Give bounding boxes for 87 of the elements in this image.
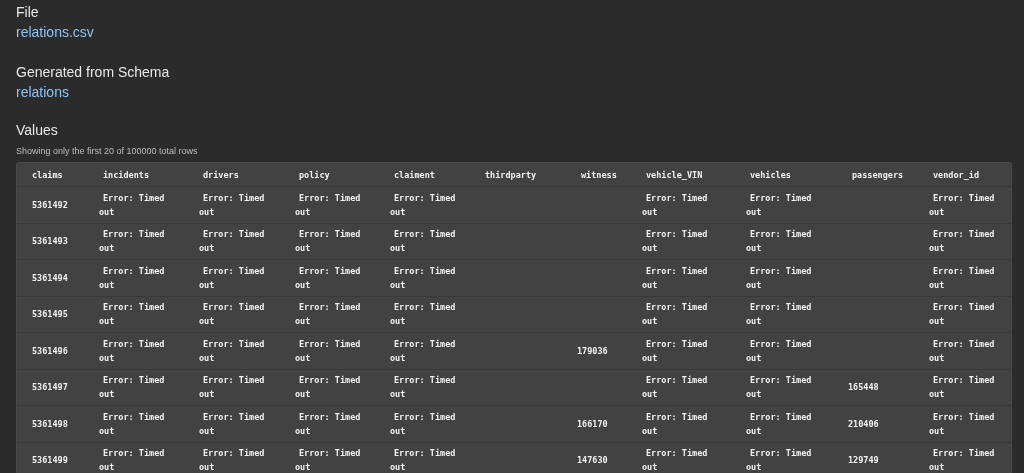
table-cell-text: Error: Timed out: [390, 191, 457, 219]
column-header: vehicles: [750, 169, 791, 180]
table-cell-text: Error: Timed out: [390, 447, 457, 473]
table-cell-text: Error: Timed out: [295, 447, 362, 473]
column-header: claiment: [394, 169, 435, 180]
table-cell-text: Error: Timed out: [642, 374, 709, 402]
table-cell-text: 179036: [577, 344, 608, 358]
table-cell-text: Error: Timed out: [199, 301, 266, 329]
table-cell-text: 5361498: [32, 417, 68, 431]
table-cell-text: Error: Timed out: [295, 337, 362, 365]
table-cell-text: 129749: [848, 454, 879, 468]
table-cell-text: Error: Timed out: [199, 410, 266, 438]
column-header: drivers: [203, 169, 239, 180]
table-cell-text: Error: Timed out: [642, 301, 709, 329]
table-cell-text: Error: Timed out: [390, 264, 457, 292]
table-cell-text: 210406: [848, 417, 879, 431]
table-cell-text: Error: Timed out: [390, 301, 457, 329]
table-cell-text: Error: Timed out: [295, 228, 362, 256]
table-cell-text: Error: Timed out: [99, 301, 166, 329]
table-cell-text: Error: Timed out: [746, 301, 813, 329]
table-cell-text: Error: Timed out: [746, 191, 813, 219]
table-cell-text: Error: Timed out: [642, 337, 709, 365]
column-header: thirdparty: [485, 169, 537, 180]
column-header: vendor_id: [933, 169, 980, 180]
table-cell-text: Error: Timed out: [99, 264, 166, 292]
table-cell-text: Error: Timed out: [746, 228, 813, 256]
column-header: passengers: [852, 169, 904, 180]
table-cell-text: Error: Timed out: [295, 374, 362, 402]
table-cell-text: Error: Timed out: [642, 228, 709, 256]
table-cell-text: 5361494: [32, 271, 68, 285]
table-cell-text: Error: Timed out: [929, 264, 996, 292]
table-cell-text: 5361497: [32, 381, 68, 395]
schema-link[interactable]: relations: [16, 82, 69, 102]
table-cell-text: Error: Timed out: [99, 410, 166, 438]
table-cell-text: Error: Timed out: [199, 191, 266, 219]
table-cell-text: Error: Timed out: [746, 410, 813, 438]
table-cell-text: Error: Timed out: [390, 410, 457, 438]
table-cell-text: Error: Timed out: [929, 374, 996, 402]
table-cell-text: Error: Timed out: [642, 264, 709, 292]
table-cell-text: Error: Timed out: [746, 374, 813, 402]
table-cell-text: Error: Timed out: [99, 228, 166, 256]
table-cell-text: Error: Timed out: [642, 410, 709, 438]
table-cell-text: Error: Timed out: [199, 228, 266, 256]
table-cell-text: 5361492: [32, 198, 68, 212]
table-cell-text: Error: Timed out: [199, 337, 266, 365]
table-cell-text: Error: Timed out: [199, 374, 266, 402]
table-cell-text: Error: Timed out: [99, 447, 166, 473]
table-cell-text: Error: Timed out: [929, 410, 996, 438]
table-cell-text: Error: Timed out: [199, 447, 266, 473]
table-cell-text: Error: Timed out: [199, 264, 266, 292]
table-cell-text: Error: Timed out: [390, 337, 457, 365]
table-cell-text: Error: Timed out: [390, 228, 457, 256]
table-cell-text: Error: Timed out: [99, 191, 166, 219]
table-cell-text: 165448: [848, 381, 879, 395]
table-cell-text: Error: Timed out: [746, 447, 813, 473]
column-header: witness: [581, 169, 617, 180]
table-cell-text: Error: Timed out: [746, 264, 813, 292]
file-link[interactable]: relations.csv: [16, 22, 94, 42]
table-cell-text: 166170: [577, 417, 608, 431]
table-cell-text: Error: Timed out: [642, 191, 709, 219]
section-label: File: [16, 3, 39, 22]
table-cell-text: Error: Timed out: [929, 191, 996, 219]
table-cell-text: Error: Timed out: [746, 337, 813, 365]
table-cell-text: 5361499: [32, 454, 68, 468]
caption-text: Showing only the first 20 of 100000 total rows: [16, 145, 198, 157]
column-header: vehicle_VIN: [646, 169, 703, 180]
column-header: policy: [299, 169, 330, 180]
table-cell-text: Error: Timed out: [295, 410, 362, 438]
table-cell-text: 5361496: [32, 344, 68, 358]
table-cell-text: Error: Timed out: [929, 337, 996, 365]
section-label: Generated from Schema: [16, 63, 170, 82]
table-cell-text: 5361495: [32, 308, 68, 322]
table-cell-text: Error: Timed out: [295, 191, 362, 219]
table-cell-text: Error: Timed out: [295, 264, 362, 292]
column-header: incidents: [103, 169, 150, 180]
table-cell-text: Error: Timed out: [99, 374, 166, 402]
table-cell-text: Error: Timed out: [390, 374, 457, 402]
table-cell-text: Error: Timed out: [929, 228, 996, 256]
table-cell-text: 147630: [577, 454, 608, 468]
table-cell-text: Error: Timed out: [642, 447, 709, 473]
table-cell-text: Error: Timed out: [929, 301, 996, 329]
table-cell-text: Error: Timed out: [929, 447, 996, 473]
section-label: Values: [16, 121, 58, 140]
column-header: claims: [32, 169, 63, 180]
table-cell-text: Error: Timed out: [99, 337, 166, 365]
table-cell-text: 5361493: [32, 235, 68, 249]
table-cell-text: Error: Timed out: [295, 301, 362, 329]
